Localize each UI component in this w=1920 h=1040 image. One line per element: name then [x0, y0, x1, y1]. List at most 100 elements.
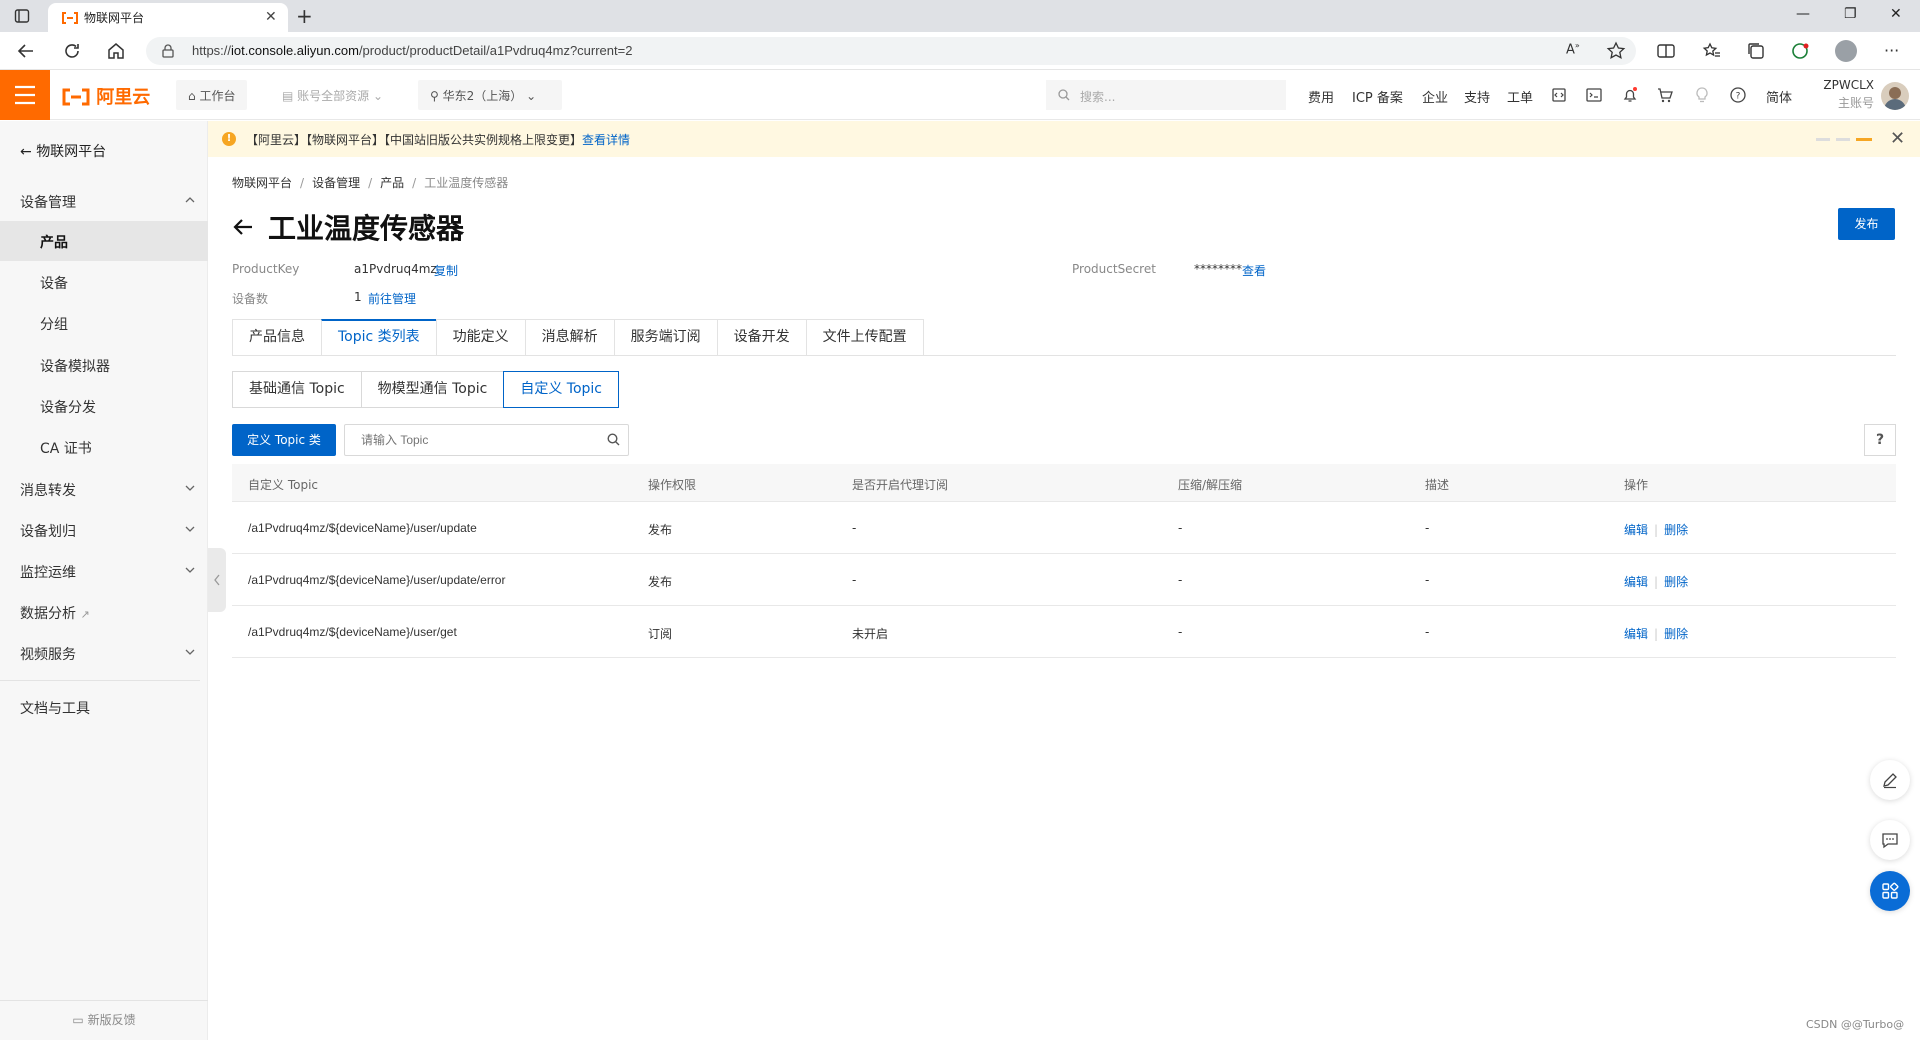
- sidebar-group-device-management[interactable]: 设备管理: [0, 181, 208, 221]
- terminal-icon[interactable]: [1585, 86, 1603, 104]
- avatar[interactable]: [1881, 82, 1909, 110]
- sidebar-back-link[interactable]: ← 物联网平台: [20, 141, 106, 161]
- sidebar-item-simulator[interactable]: 设备模拟器: [0, 345, 208, 385]
- cell-permission: 发布: [648, 575, 673, 589]
- edit-link[interactable]: 编辑: [1624, 575, 1648, 589]
- tab-device-development[interactable]: 设备开发: [716, 319, 806, 356]
- back-arrow-icon[interactable]: [232, 217, 254, 237]
- subtab-basic-topic[interactable]: 基础通信 Topic: [232, 371, 361, 408]
- search-icon[interactable]: [607, 433, 620, 446]
- user-account[interactable]: ZPWCLX 主账号: [1810, 78, 1874, 111]
- chat-fab[interactable]: [1870, 820, 1910, 860]
- product-secret-label: ProductSecret: [1072, 262, 1156, 276]
- sidebar-item-distribution[interactable]: 设备分发: [0, 386, 208, 426]
- home-icon[interactable]: [106, 41, 126, 61]
- help-icon[interactable]: ?: [1729, 86, 1747, 104]
- cart-icon[interactable]: [1656, 86, 1674, 104]
- sidebar-item-product[interactable]: 产品: [0, 221, 208, 261]
- define-topic-button[interactable]: 定义 Topic 类: [232, 424, 336, 456]
- help-button[interactable]: ?: [1864, 424, 1896, 456]
- delete-link[interactable]: 删除: [1664, 575, 1688, 589]
- back-arrow-icon[interactable]: [16, 41, 36, 61]
- sidebar-item-device[interactable]: 设备: [0, 262, 208, 302]
- collections-icon[interactable]: [1746, 41, 1766, 61]
- sidebar-group-video[interactable]: 视频服务: [0, 633, 208, 673]
- browser-tab[interactable]: 物联网平台 ✕: [48, 3, 288, 32]
- tab-topic-list[interactable]: Topic 类列表: [321, 319, 436, 356]
- sidebar-group-device-assignment[interactable]: 设备划归: [0, 510, 208, 550]
- manage-link[interactable]: 前往管理: [368, 290, 416, 307]
- header-link-icp[interactable]: ICP 备案: [1352, 87, 1403, 106]
- lightbulb-icon[interactable]: [1693, 86, 1711, 104]
- menu-hamburger-icon[interactable]: [0, 70, 50, 120]
- delete-link[interactable]: 删除: [1664, 523, 1688, 537]
- console-search[interactable]: 搜索...: [1046, 80, 1286, 110]
- header-link-ticket[interactable]: 工单: [1507, 87, 1533, 106]
- topic-search-input[interactable]: [345, 425, 585, 455]
- language-switch[interactable]: 简体: [1766, 87, 1792, 106]
- tab-function-definition[interactable]: 功能定义: [435, 319, 525, 356]
- apps-fab[interactable]: [1870, 871, 1910, 911]
- more-menu-icon[interactable]: ···: [1884, 41, 1904, 61]
- bell-icon[interactable]: [1621, 86, 1639, 104]
- sidebar-item-group[interactable]: 分组: [0, 303, 208, 343]
- cell-description: -: [1425, 521, 1430, 535]
- resource-group-select[interactable]: ▤ 账号全部资源 ⌄: [270, 80, 396, 110]
- favorite-star-icon[interactable]: [1606, 41, 1626, 61]
- edit-feedback-fab[interactable]: [1870, 760, 1910, 800]
- url-field[interactable]: https://iot.console.aliyun.com/product/p…: [146, 37, 1636, 65]
- new-tab-icon[interactable]: +: [296, 4, 313, 28]
- topic-subtabs: 基础通信 Topic 物模型通信 Topic 自定义 Topic: [232, 371, 620, 408]
- header-link-billing[interactable]: 费用: [1308, 87, 1334, 106]
- extensions-icon[interactable]: [1790, 41, 1810, 61]
- tab-product-info[interactable]: 产品信息: [232, 319, 321, 356]
- breadcrumb-iot[interactable]: 物联网平台: [232, 176, 292, 190]
- product-key-value: a1Pvdruq4mz: [354, 262, 437, 276]
- minimize-icon[interactable]: —: [1796, 6, 1810, 22]
- breadcrumb-product[interactable]: 产品: [380, 176, 404, 190]
- tab-actions-icon[interactable]: [14, 8, 30, 24]
- sidebar-item-data-analysis[interactable]: 数据分析 ↗: [0, 592, 208, 632]
- copy-link[interactable]: 复制: [434, 262, 458, 279]
- subtab-tsl-topic[interactable]: 物模型通信 Topic: [360, 371, 504, 408]
- code-icon[interactable]: [1550, 86, 1568, 104]
- restore-icon[interactable]: ❐: [1844, 6, 1857, 22]
- region-select[interactable]: ⚲ 华东2（上海） ⌄: [418, 80, 562, 110]
- close-tab-icon[interactable]: ✕: [265, 9, 277, 25]
- breadcrumb-device-mgmt[interactable]: 设备管理: [312, 176, 360, 190]
- header-link-enterprise[interactable]: 企业: [1422, 87, 1448, 106]
- banner-link[interactable]: 查看详情: [582, 133, 630, 147]
- delete-link[interactable]: 删除: [1664, 627, 1688, 641]
- publish-button[interactable]: 发布: [1838, 208, 1895, 240]
- split-screen-icon[interactable]: [1656, 41, 1676, 61]
- banner-pager-icon[interactable]: [1816, 138, 1876, 142]
- tab-file-upload-config[interactable]: 文件上传配置: [805, 319, 924, 356]
- sidebar-group-monitoring[interactable]: 监控运维: [0, 551, 208, 591]
- cell-description: -: [1425, 625, 1430, 639]
- address-bar-row: https://iot.console.aliyun.com/product/p…: [0, 32, 1920, 70]
- sidebar-group-message-forwarding[interactable]: 消息转发: [0, 469, 208, 509]
- edit-link[interactable]: 编辑: [1624, 523, 1648, 537]
- product-secret-value: ********: [1194, 262, 1242, 276]
- header-link-support[interactable]: 支持: [1464, 87, 1490, 106]
- close-icon[interactable]: ✕: [1890, 128, 1905, 149]
- tab-server-subscription[interactable]: 服务端订阅: [613, 319, 717, 356]
- read-aloud-icon[interactable]: A»: [1566, 41, 1586, 61]
- profile-icon[interactable]: [1835, 40, 1857, 62]
- close-window-icon[interactable]: ✕: [1890, 6, 1902, 22]
- svg-text:?: ?: [1736, 92, 1741, 102]
- sidebar-divider: [0, 680, 200, 681]
- edit-link[interactable]: 编辑: [1624, 627, 1648, 641]
- feedback-link[interactable]: ▭ 新版反馈: [0, 1011, 208, 1028]
- sidebar-item-ca-cert[interactable]: CA 证书: [0, 427, 208, 467]
- favorites-icon[interactable]: [1702, 41, 1722, 61]
- aliyun-logo[interactable]: 阿里云: [62, 83, 150, 109]
- lock-icon[interactable]: [162, 44, 174, 58]
- reload-icon[interactable]: [62, 41, 82, 61]
- tab-message-parsing[interactable]: 消息解析: [524, 319, 614, 356]
- sidebar-item-docs[interactable]: 文档与工具: [0, 687, 208, 727]
- view-secret-link[interactable]: 查看: [1242, 262, 1266, 279]
- workbench-button[interactable]: ⌂ 工作台: [176, 80, 248, 110]
- subtab-custom-topic[interactable]: 自定义 Topic: [503, 371, 620, 408]
- sidebar-collapse-handle[interactable]: [208, 548, 226, 612]
